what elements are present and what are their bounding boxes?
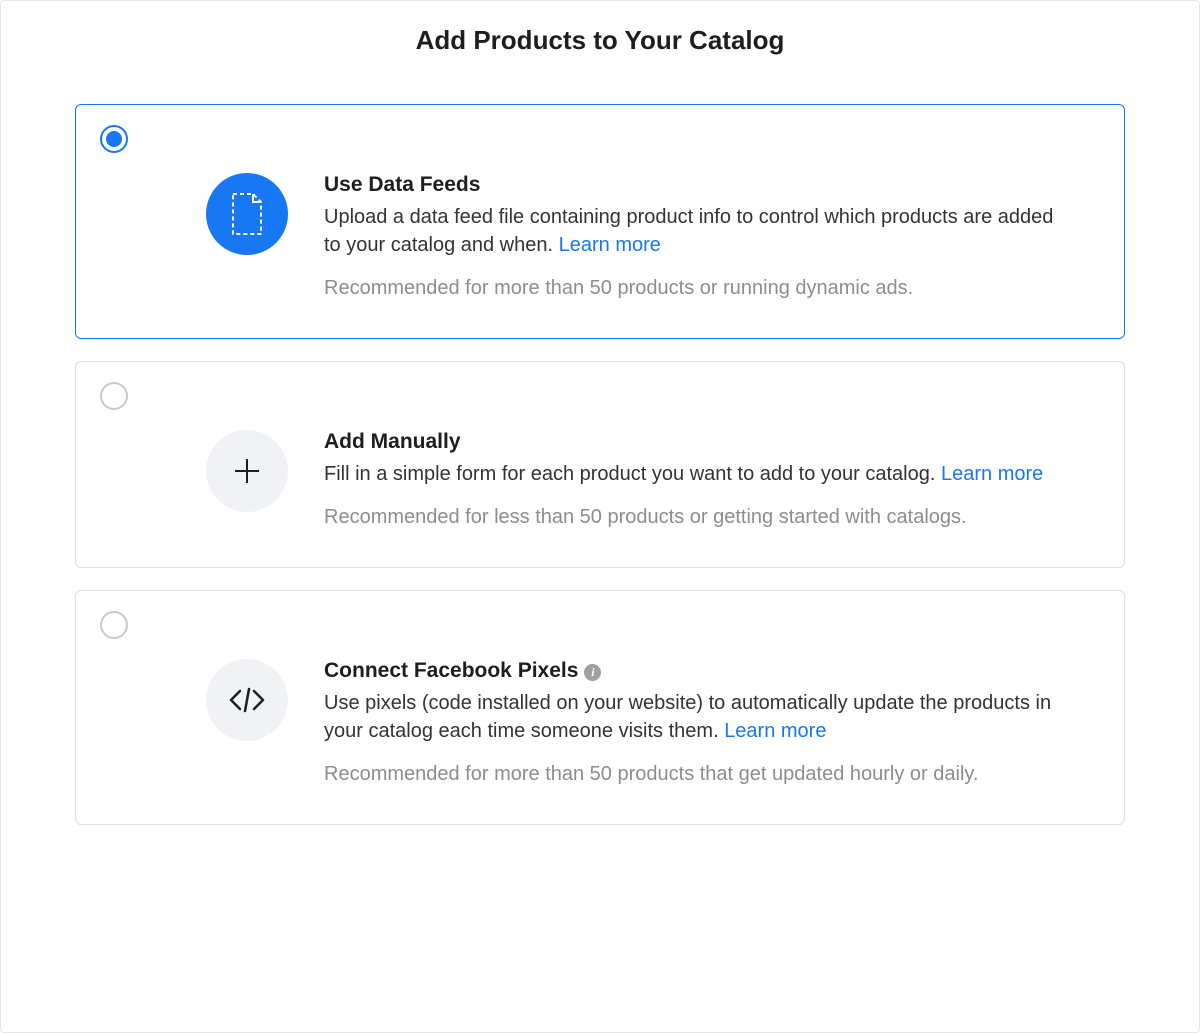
option-recommendation: Recommended for less than 50 products or… xyxy=(324,506,1064,529)
option-description-text: Fill in a simple form for each product y… xyxy=(324,463,941,485)
option-body: Add Manually Fill in a simple form for e… xyxy=(206,430,1064,529)
radio-add-manually[interactable] xyxy=(100,382,128,410)
option-recommendation: Recommended for more than 50 products or… xyxy=(324,277,1064,300)
option-recommendation: Recommended for more than 50 products th… xyxy=(324,763,1064,786)
option-title: Connect Facebook Pixels i xyxy=(324,659,1064,683)
learn-more-link[interactable]: Learn more xyxy=(941,463,1043,485)
option-title: Use Data Feeds xyxy=(324,173,1064,197)
dialog: Add Products to Your Catalog Use Data Fe… xyxy=(0,0,1200,1033)
plus-icon xyxy=(206,430,288,512)
option-description: Upload a data feed file containing produ… xyxy=(324,203,1064,259)
radio-connect-pixels[interactable] xyxy=(100,611,128,639)
learn-more-link[interactable]: Learn more xyxy=(559,234,661,256)
option-body: Connect Facebook Pixels i Use pixels (cod… xyxy=(206,659,1064,786)
radio-dot-icon xyxy=(106,131,122,147)
code-icon xyxy=(206,659,288,741)
option-description-text: Use pixels (code installed on your websi… xyxy=(324,692,1051,742)
learn-more-link[interactable]: Learn more xyxy=(724,720,826,742)
file-icon xyxy=(206,173,288,255)
option-text: Use Data Feeds Upload a data feed file c… xyxy=(324,173,1064,300)
page-title: Add Products to Your Catalog xyxy=(75,25,1125,56)
option-card-data-feeds[interactable]: Use Data Feeds Upload a data feed file c… xyxy=(75,104,1125,339)
option-description: Fill in a simple form for each product y… xyxy=(324,460,1064,488)
option-card-connect-pixels[interactable]: Connect Facebook Pixels i Use pixels (cod… xyxy=(75,590,1125,825)
option-title-text: Connect Facebook Pixels xyxy=(324,659,578,682)
option-text: Add Manually Fill in a simple form for e… xyxy=(324,430,1064,529)
option-card-add-manually[interactable]: Add Manually Fill in a simple form for e… xyxy=(75,361,1125,568)
option-description-text: Upload a data feed file containing produ… xyxy=(324,206,1053,256)
option-description: Use pixels (code installed on your websi… xyxy=(324,689,1064,745)
content: Add Products to Your Catalog Use Data Fe… xyxy=(75,25,1125,825)
option-text: Connect Facebook Pixels i Use pixels (cod… xyxy=(324,659,1064,786)
radio-data-feeds[interactable] xyxy=(100,125,128,153)
option-title: Add Manually xyxy=(324,430,1064,454)
info-icon[interactable]: i xyxy=(584,664,601,681)
option-body: Use Data Feeds Upload a data feed file c… xyxy=(206,173,1064,300)
